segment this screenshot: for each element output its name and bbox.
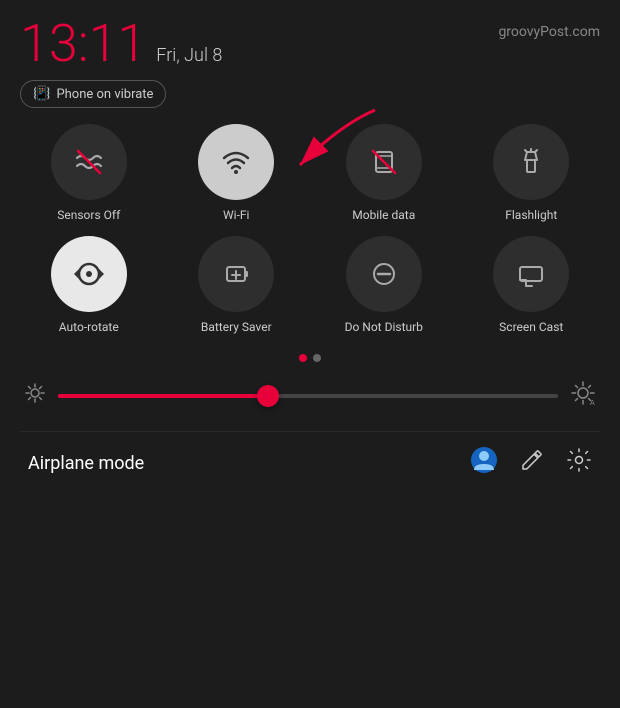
- quick-tiles-row2: Auto-rotate Battery Saver Do Not Dis: [20, 236, 600, 334]
- clock-time: 13:11: [20, 18, 146, 70]
- tile-screen-cast[interactable]: Screen Cast: [463, 236, 601, 334]
- tile-do-not-disturb[interactable]: Do Not Disturb: [315, 236, 453, 334]
- auto-rotate-label: Auto-rotate: [59, 320, 119, 334]
- vibrate-label: Phone on vibrate: [56, 87, 153, 102]
- time-block: 13:11 Fri, Jul 8: [20, 18, 222, 70]
- battery-saver-button[interactable]: [198, 236, 274, 312]
- wifi-button[interactable]: [198, 124, 274, 200]
- date-display: Fri, Jul 8: [156, 45, 222, 66]
- pagination-dots: [20, 354, 600, 362]
- bottom-icons: [470, 446, 592, 480]
- wifi-label: Wi-Fi: [223, 208, 249, 222]
- auto-rotate-button[interactable]: [51, 236, 127, 312]
- brightness-slider-thumb[interactable]: [257, 385, 279, 407]
- vibrate-icon: 📳: [33, 86, 50, 102]
- user-avatar-icon[interactable]: [470, 446, 498, 480]
- flashlight-button[interactable]: [493, 124, 569, 200]
- tile-sensors-off[interactable]: Sensors Off: [20, 124, 158, 222]
- mobile-data-label: Mobile data: [352, 208, 415, 222]
- tile-auto-rotate[interactable]: Auto-rotate: [20, 236, 158, 334]
- sensors-off-label: Sensors Off: [57, 208, 120, 222]
- tile-flashlight[interactable]: Flashlight: [463, 124, 601, 222]
- do-not-disturb-label: Do Not Disturb: [345, 320, 423, 334]
- brightness-slider-fill: [58, 394, 268, 398]
- tile-mobile-data[interactable]: Mobile data: [315, 124, 453, 222]
- dot-1: [299, 354, 307, 362]
- svg-text:A: A: [590, 400, 595, 406]
- flashlight-label: Flashlight: [505, 208, 557, 222]
- brightness-low-icon: [24, 382, 46, 409]
- do-not-disturb-button[interactable]: [346, 236, 422, 312]
- screen-cast-button[interactable]: [493, 236, 569, 312]
- header: 13:11 Fri, Jul 8 groovyPost.com: [20, 18, 600, 70]
- watermark: groovyPost.com: [498, 24, 600, 40]
- sensors-off-button[interactable]: [51, 124, 127, 200]
- quick-tiles-row1: Sensors Off Wi-Fi: [20, 124, 600, 222]
- brightness-high-icon: A: [570, 380, 596, 411]
- screen-cast-label: Screen Cast: [499, 320, 563, 334]
- settings-icon[interactable]: [566, 447, 592, 479]
- edit-icon[interactable]: [520, 448, 544, 478]
- airplane-mode-label: Airplane mode: [28, 453, 144, 474]
- tile-wifi[interactable]: Wi-Fi: [168, 124, 306, 222]
- tile-battery-saver[interactable]: Battery Saver: [168, 236, 306, 334]
- vibrate-badge[interactable]: 📳 Phone on vibrate: [20, 80, 166, 108]
- mobile-data-button[interactable]: [346, 124, 422, 200]
- brightness-row: A: [20, 380, 600, 411]
- screen: 13:11 Fri, Jul 8 groovyPost.com 📳 Phone …: [0, 0, 620, 708]
- dot-2: [313, 354, 321, 362]
- brightness-slider-track[interactable]: [58, 394, 558, 398]
- bottom-bar: Airplane mode: [20, 431, 600, 480]
- battery-saver-label: Battery Saver: [201, 320, 272, 334]
